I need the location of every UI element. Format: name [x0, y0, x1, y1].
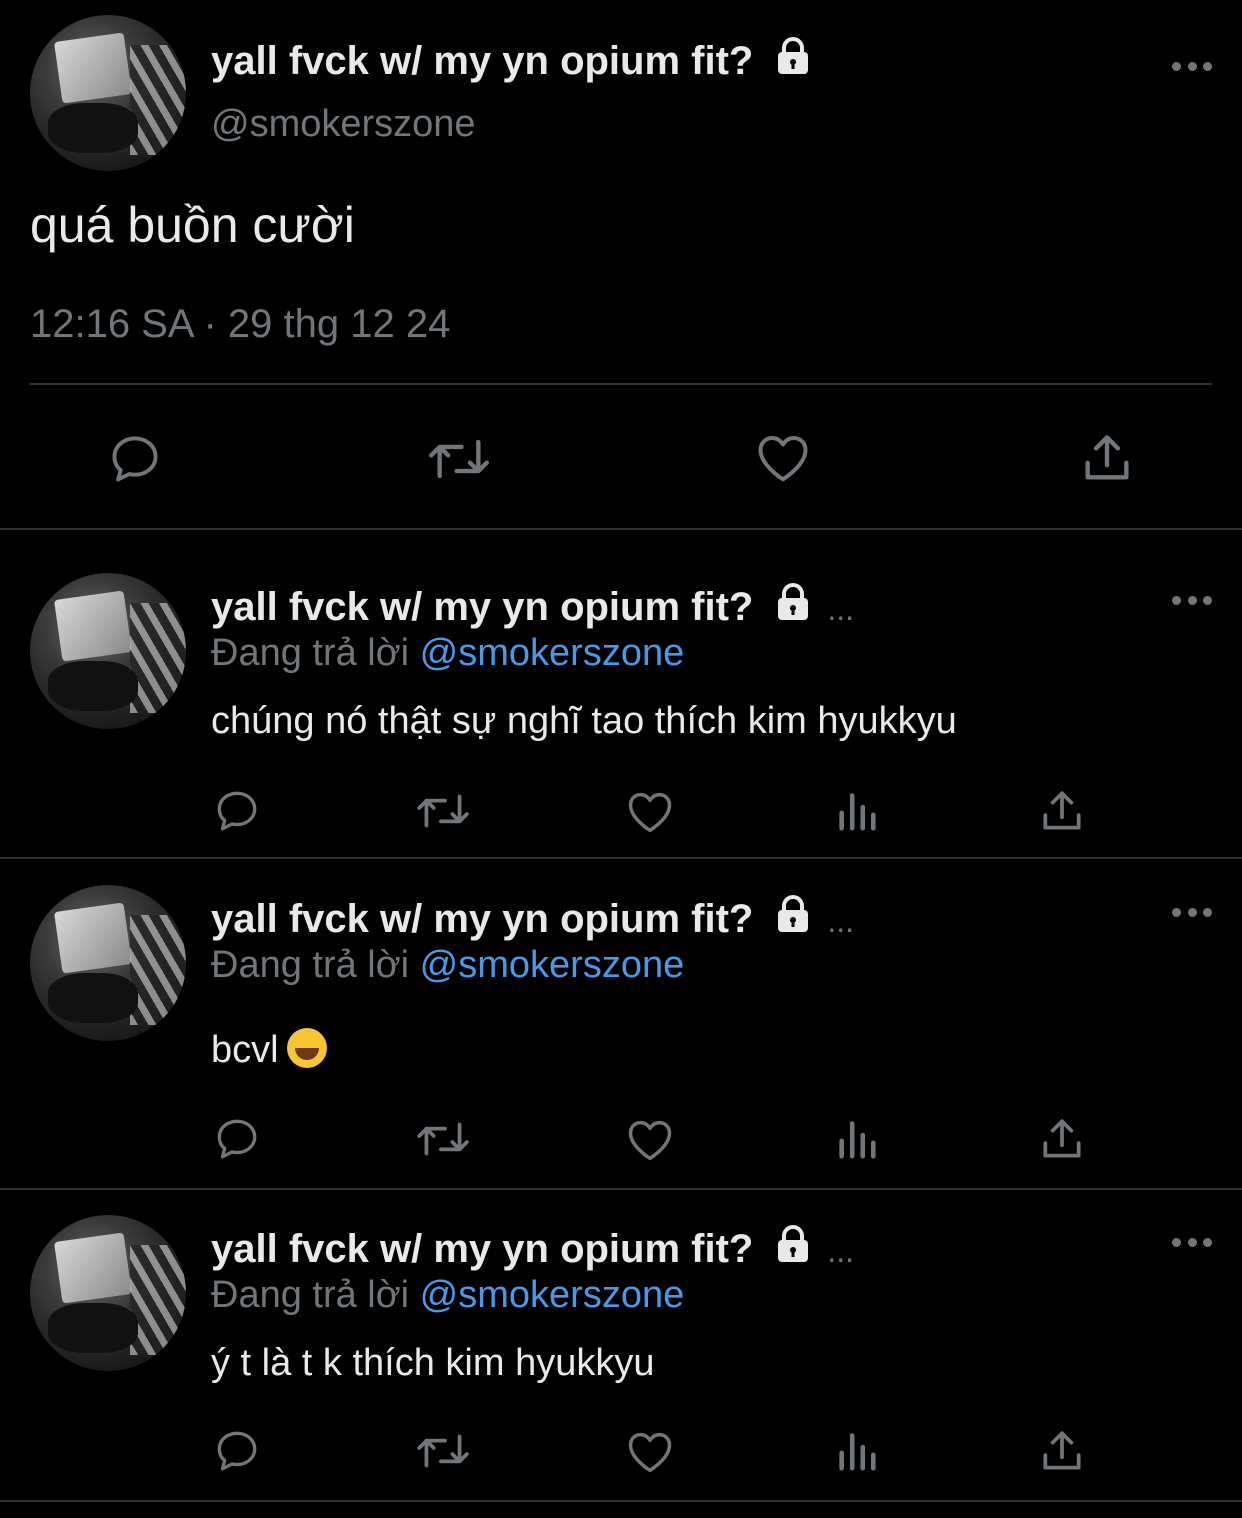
views-icon[interactable]	[834, 1428, 880, 1474]
main-tweet: yall fvck w/ my yn opium fit? @smokerszo…	[0, 0, 1242, 530]
reply-icon[interactable]	[106, 430, 164, 488]
like-icon[interactable]	[624, 786, 676, 838]
avatar[interactable]	[30, 15, 186, 171]
reply-icon[interactable]	[212, 786, 262, 836]
reply-text: chúng nó thật sự nghĩ tao thích kim hyuk…	[211, 700, 957, 742]
name-truncation: ...	[827, 591, 855, 627]
avatar[interactable]	[30, 885, 186, 1041]
retweet-icon[interactable]	[425, 430, 493, 488]
more-options-icon[interactable]	[1172, 906, 1212, 918]
reply-tweet[interactable]: yall fvck w/ my yn opium fit? ... Đang t…	[0, 530, 1242, 860]
display-name[interactable]: yall fvck w/ my yn opium fit? ...	[211, 582, 854, 630]
lock-icon	[778, 583, 809, 620]
retweet-icon[interactable]	[414, 786, 472, 836]
like-icon[interactable]	[624, 1426, 676, 1478]
divider	[30, 383, 1212, 385]
lock-icon	[778, 1225, 809, 1262]
views-icon[interactable]	[834, 1116, 880, 1162]
more-options-icon[interactable]	[1172, 594, 1212, 606]
reply-text: bcvl	[211, 1028, 327, 1072]
laughing-emoji-icon	[286, 1028, 327, 1068]
reply-text: ý t là t k thích kim hyukkyu	[211, 1342, 655, 1384]
more-options-icon[interactable]	[1172, 1236, 1212, 1248]
avatar[interactable]	[30, 573, 186, 729]
avatar[interactable]	[30, 1215, 186, 1371]
reply-tweet[interactable]: yall fvck w/ my yn opium fit? ... Đang t…	[0, 1190, 1242, 1518]
name-truncation: ...	[827, 1233, 855, 1269]
name-truncation: ...	[827, 903, 855, 939]
mention-link[interactable]: @smokerszone	[420, 944, 685, 986]
like-icon[interactable]	[624, 1114, 676, 1166]
lock-icon	[778, 895, 809, 932]
retweet-icon[interactable]	[414, 1426, 472, 1476]
retweet-icon[interactable]	[414, 1114, 472, 1164]
replying-to: Đang trả lời @smokerszone	[211, 632, 685, 674]
display-name[interactable]: yall fvck w/ my yn opium fit? ...	[211, 894, 854, 942]
mention-link[interactable]: @smokerszone	[420, 1274, 685, 1316]
reply-icon[interactable]	[212, 1114, 262, 1164]
share-icon[interactable]	[1078, 428, 1136, 488]
share-icon[interactable]	[1037, 1426, 1087, 1476]
reply-icon[interactable]	[212, 1426, 262, 1476]
mention-link[interactable]: @smokerszone	[420, 632, 685, 674]
user-handle[interactable]: @smokerszone	[211, 103, 476, 146]
replying-to: Đang trả lời @smokerszone	[211, 944, 685, 986]
divider	[0, 857, 1242, 859]
tweet-text: quá buồn cười	[30, 197, 355, 253]
like-icon[interactable]	[753, 428, 813, 488]
lock-icon	[778, 37, 809, 74]
tweet-timestamp[interactable]: 12:16 SA · 29 thg 12 24	[30, 302, 450, 347]
share-icon[interactable]	[1037, 786, 1087, 836]
share-icon[interactable]	[1037, 1114, 1087, 1164]
reply-tweet[interactable]: yall fvck w/ my yn opium fit? ... Đang t…	[0, 860, 1242, 1190]
more-options-icon[interactable]	[1172, 60, 1212, 72]
views-icon[interactable]	[834, 788, 880, 834]
replying-to: Đang trả lời @smokerszone	[211, 1274, 685, 1316]
display-name[interactable]: yall fvck w/ my yn opium fit? ...	[211, 1224, 854, 1272]
display-name[interactable]: yall fvck w/ my yn opium fit?	[211, 36, 813, 84]
divider	[0, 1500, 1242, 1502]
